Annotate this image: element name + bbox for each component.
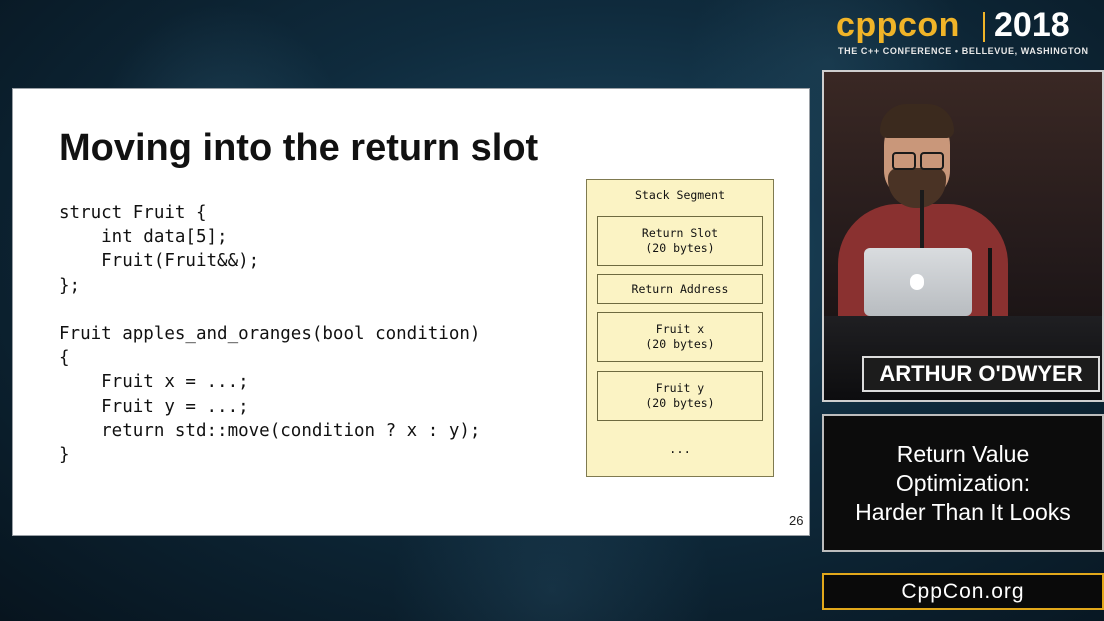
talk-title-line: Harder Than It Looks bbox=[855, 498, 1071, 525]
stack-title: Stack Segment bbox=[634, 188, 725, 202]
speaker-hair bbox=[880, 104, 954, 138]
frame-label: Return Address bbox=[631, 281, 729, 296]
footer-url: CppCon.org bbox=[822, 573, 1104, 610]
talk-title-panel: Return Value Optimization: Harder Than I… bbox=[822, 414, 1104, 552]
cppcon-logo: cppcon bbox=[836, 6, 960, 44]
stack-frame-return-address: Return Address bbox=[597, 274, 763, 304]
brand-separator bbox=[983, 12, 985, 42]
apple-logo-icon bbox=[910, 274, 924, 290]
frame-size: (20 bytes) bbox=[645, 396, 715, 410]
stack-ellipsis: ... bbox=[669, 442, 691, 456]
stack-frame-fruit-x: Fruit x (20 bytes) bbox=[597, 312, 763, 362]
talk-title-line: Return Value bbox=[896, 440, 1030, 467]
slide-page-number: 26 bbox=[789, 513, 804, 528]
conference-year: 2018 bbox=[994, 6, 1070, 44]
glasses-right-lens bbox=[920, 152, 944, 170]
conference-tagline: THE C++ CONFERENCE • BELLEVUE, WASHINGTO… bbox=[838, 46, 1089, 56]
frame-label: Fruit y bbox=[655, 381, 705, 395]
podium-lamp bbox=[988, 248, 992, 318]
frame-label: Return Slot bbox=[641, 226, 719, 240]
presentation-slide: Moving into the return slot struct Fruit… bbox=[12, 88, 810, 536]
speaker-video: ARTHUR O'DWYER bbox=[822, 70, 1104, 402]
frame-label: Fruit x bbox=[655, 322, 705, 336]
code-listing: struct Fruit { int data[5]; Fruit(Fruit&… bbox=[59, 203, 481, 466]
cppcon-brand: cppcon 2018 THE C++ CONFERENCE • BELLEVU… bbox=[836, 6, 1096, 58]
talk-title-line: Optimization: bbox=[895, 469, 1031, 496]
stack-segment-diagram: Stack Segment Return Slot (20 bytes) Ret… bbox=[586, 179, 774, 477]
speaker-name: ARTHUR O'DWYER bbox=[862, 356, 1100, 392]
slide-title: Moving into the return slot bbox=[59, 127, 539, 169]
stack-frame-return-slot: Return Slot (20 bytes) bbox=[597, 216, 763, 266]
frame-size: (20 bytes) bbox=[645, 241, 715, 255]
stack-frame-fruit-y: Fruit y (20 bytes) bbox=[597, 371, 763, 421]
frame-size: (20 bytes) bbox=[645, 337, 715, 351]
glasses-left-lens bbox=[892, 152, 916, 170]
